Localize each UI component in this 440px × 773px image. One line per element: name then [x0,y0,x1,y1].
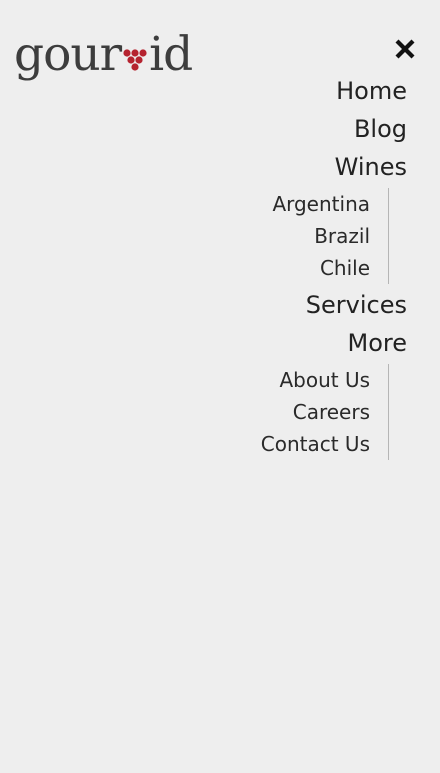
submenu-item-chile[interactable]: Chile [107,252,370,284]
nav-item-blog[interactable]: Blog [107,110,407,148]
nav-item-wines[interactable]: Wines [107,148,407,186]
wines-submenu: Argentina Brazil Chile [107,188,389,284]
nav-item-services[interactable]: Services [107,286,407,324]
logo-text-left: gour [14,27,122,82]
nav-item-more[interactable]: More [107,324,408,362]
submenu-item-brazil[interactable]: Brazil [107,220,370,252]
submenu-item-careers[interactable]: Careers [107,396,370,428]
nav-item-home[interactable]: Home [107,72,407,110]
close-icon [395,39,415,59]
submenu-item-argentina[interactable]: Argentina [107,188,370,220]
grape-icon [123,49,147,71]
main-navigation: Home Blog Wines Argentina Brazil Chile S… [107,72,407,462]
logo-text-right: id [149,27,193,82]
more-submenu: About Us Careers Contact Us [107,364,389,460]
brand-logo[interactable]: gour id [14,18,193,82]
close-menu-button[interactable] [392,36,418,62]
submenu-item-contact-us[interactable]: Contact Us [107,428,370,460]
submenu-item-about-us[interactable]: About Us [107,364,370,396]
